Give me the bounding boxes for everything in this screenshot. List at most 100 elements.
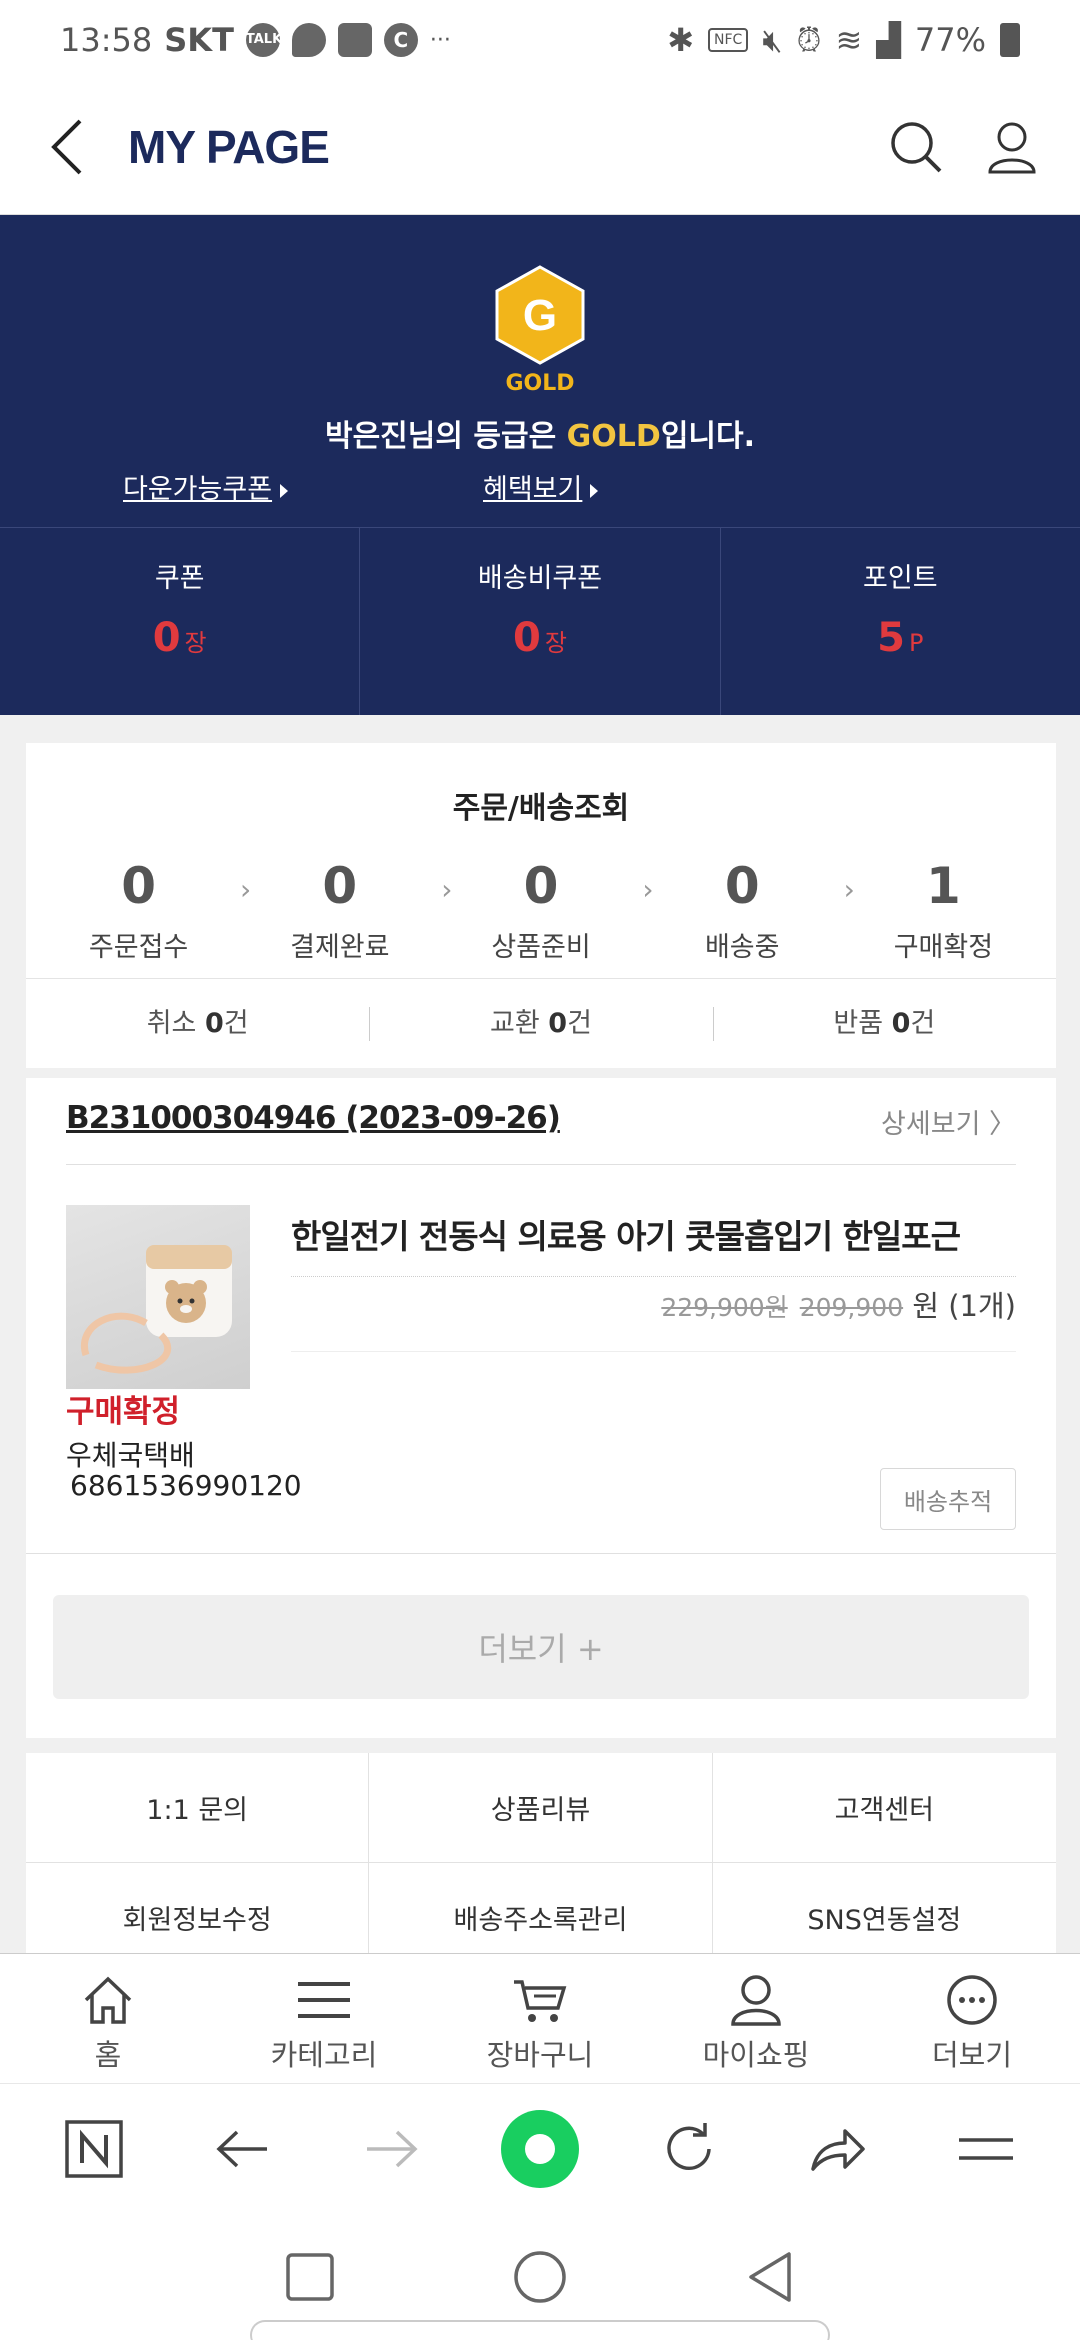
naver-home-button[interactable] bbox=[49, 2104, 139, 2194]
bluetooth-icon: ✱ bbox=[667, 21, 694, 59]
gesture-handle bbox=[250, 2320, 830, 2340]
downloadable-coupons-link[interactable]: 다운가능쿠폰 bbox=[123, 467, 289, 506]
step-order-received[interactable]: 0 주문접수 › bbox=[38, 857, 251, 964]
menu-address-book[interactable]: 배송주소록관리 bbox=[369, 1863, 713, 1953]
membership-banner: G GOLD 박은진님의 등급은 GOLD입니다. 다운가능쿠폰 혜택보기 쿠폰… bbox=[0, 215, 1080, 715]
product-name[interactable]: 한일전기 전동식 의료용 아기 콧물흡입기 한일포근 bbox=[291, 1210, 961, 1258]
nfc-icon: NFC bbox=[708, 28, 749, 52]
chevron-left-icon bbox=[51, 119, 82, 175]
stat-label: 쿠폰 bbox=[154, 563, 205, 594]
menu-customer-center[interactable]: 고객센터 bbox=[712, 1753, 1056, 1863]
menu-icon bbox=[298, 1982, 350, 2018]
nav-home[interactable]: 홈 bbox=[0, 1954, 216, 2083]
membership-stats: 쿠폰 0장 배송비쿠폰 0장 포인트 5P bbox=[0, 527, 1080, 715]
battery-icon bbox=[1000, 23, 1020, 57]
reload-icon bbox=[666, 2122, 711, 2170]
page-title: MY PAGE bbox=[128, 121, 330, 173]
stat-coupon[interactable]: 쿠폰 0장 bbox=[0, 528, 361, 715]
return-count[interactable]: 반품 0건 bbox=[712, 979, 1056, 1068]
user-icon bbox=[988, 122, 1036, 174]
step-payment-complete[interactable]: 0 결제완료 › bbox=[239, 857, 452, 964]
menu-edit-member-info[interactable]: 회원정보수정 bbox=[26, 1863, 370, 1953]
mypage-menu-grid: 1:1 문의 상품리뷰 고객센터 회원정보수정 배송주소록관리 SNS연동설정 bbox=[26, 1753, 1056, 1953]
step-purchase-confirmed[interactable]: 1 구매확정 bbox=[843, 857, 1044, 964]
search-button[interactable] bbox=[888, 119, 944, 175]
browser-toolbar bbox=[0, 2083, 1080, 2213]
home-icon bbox=[84, 1976, 132, 2024]
share-icon bbox=[811, 2128, 865, 2171]
square-icon bbox=[286, 2252, 334, 2301]
load-more-button[interactable]: 더보기 + bbox=[53, 1595, 1029, 1699]
step-label: 주문접수 bbox=[88, 932, 189, 963]
claim-unit: 건 bbox=[223, 1008, 249, 1039]
divider bbox=[291, 1351, 1016, 1352]
order-steps: 0 주문접수 › 0 결제완료 › 0 상품준비 › 0 배송중 › 1 구매확… bbox=[26, 857, 1056, 964]
signal-icon: ▟ bbox=[876, 21, 901, 59]
step-count: 0 bbox=[121, 857, 156, 915]
grade-message: 박은진님의 등급은 GOLD입니다. bbox=[0, 411, 1080, 455]
menu-sns-settings[interactable]: SNS연동설정 bbox=[713, 1863, 1056, 1953]
divider bbox=[291, 1276, 1016, 1277]
stat-label: 포인트 bbox=[863, 563, 938, 594]
menu-inquiry[interactable]: 1:1 문의 bbox=[26, 1753, 370, 1863]
nav-more[interactable]: 더보기 bbox=[864, 1954, 1080, 2083]
order-status-badge: 구매확정 bbox=[66, 1394, 181, 1430]
step-preparing[interactable]: 0 상품준비 › bbox=[440, 857, 653, 964]
claim-count: 0 bbox=[891, 1008, 911, 1039]
stat-unit: P bbox=[909, 629, 924, 657]
nav-label: 홈 bbox=[94, 2038, 122, 2072]
reload-button[interactable] bbox=[644, 2104, 734, 2194]
exchange-count[interactable]: 교환 0건 bbox=[369, 979, 712, 1068]
status-bar: 13:58 SKT TALK C ··· ✱ NFC 🔇︎ ⏰︎ ≋ ▟ 77% bbox=[0, 0, 1080, 80]
step-shipping[interactable]: 0 배송중 › bbox=[642, 857, 855, 964]
nav-category[interactable]: 카테고리 bbox=[216, 1954, 432, 2083]
status-carrier: SKT bbox=[164, 21, 234, 59]
share-button[interactable] bbox=[792, 2104, 882, 2194]
browser-back-button[interactable] bbox=[198, 2104, 288, 2194]
divider bbox=[26, 1553, 1056, 1554]
menu-product-review[interactable]: 상품리뷰 bbox=[369, 1753, 713, 1863]
stat-points[interactable]: 포인트 5P bbox=[721, 528, 1080, 715]
claim-label: 반품 bbox=[833, 1008, 892, 1039]
wifi-icon: ≋ bbox=[835, 21, 863, 59]
stat-value: 5 bbox=[877, 615, 905, 661]
back-button[interactable] bbox=[38, 107, 98, 187]
arrow-left-icon bbox=[216, 2130, 267, 2167]
benefits-link[interactable]: 혜택보기 bbox=[483, 467, 599, 506]
grade-badge-letter: G bbox=[523, 291, 557, 340]
cancel-count[interactable]: 취소 0건 bbox=[26, 979, 369, 1068]
browser-forward-button[interactable] bbox=[346, 2104, 436, 2194]
price-unit-qty: 원 (1개) bbox=[903, 1289, 1016, 1323]
nav-label: 장바구니 bbox=[486, 2038, 594, 2072]
recent-order-card: B231000304946 (2023-09-26) 상세보기 〉 한일전기 전… bbox=[26, 1078, 1056, 1738]
order-number-link[interactable]: B231000304946 (2023-09-26) bbox=[66, 1100, 561, 1136]
nav-my-shopping[interactable]: 마이쇼핑 bbox=[648, 1954, 864, 2083]
hamburger-icon bbox=[958, 2137, 1013, 2160]
claim-count: 0 bbox=[548, 1008, 568, 1039]
app-notification-icon bbox=[337, 23, 372, 57]
naver-n-icon bbox=[65, 2119, 124, 2178]
cart-icon bbox=[514, 1980, 567, 2022]
stat-unit: 장 bbox=[184, 629, 207, 657]
claim-label: 취소 bbox=[146, 1008, 205, 1039]
profile-button[interactable] bbox=[984, 119, 1040, 175]
grade-message-grade: GOLD bbox=[566, 419, 661, 454]
track-delivery-button[interactable]: 배송추적 bbox=[880, 1468, 1016, 1530]
green-dot-button[interactable] bbox=[495, 2104, 585, 2194]
stat-value: 0 bbox=[152, 615, 181, 661]
courier-name: 우체국택배 bbox=[66, 1439, 195, 1472]
home-system-button[interactable] bbox=[505, 2242, 575, 2312]
recent-apps-button[interactable] bbox=[275, 2242, 345, 2312]
product-image bbox=[80, 1245, 232, 1374]
search-icon bbox=[891, 122, 942, 173]
product-thumbnail[interactable] bbox=[66, 1205, 250, 1389]
step-count: 0 bbox=[322, 857, 358, 915]
order-detail-link[interactable]: 상세보기 〉 bbox=[881, 1102, 1016, 1141]
nav-cart[interactable]: 장바구니 bbox=[432, 1954, 648, 2083]
price-row: 229,900원 209,900 원 (1개) bbox=[661, 1283, 1016, 1325]
system-back-button[interactable] bbox=[735, 2242, 805, 2312]
claim-label: 교환 bbox=[490, 1008, 549, 1039]
browser-menu-button[interactable] bbox=[941, 2104, 1031, 2194]
stat-shipping-coupon[interactable]: 배송비쿠폰 0장 bbox=[360, 528, 721, 715]
original-price: 229,900원 bbox=[661, 1293, 788, 1322]
